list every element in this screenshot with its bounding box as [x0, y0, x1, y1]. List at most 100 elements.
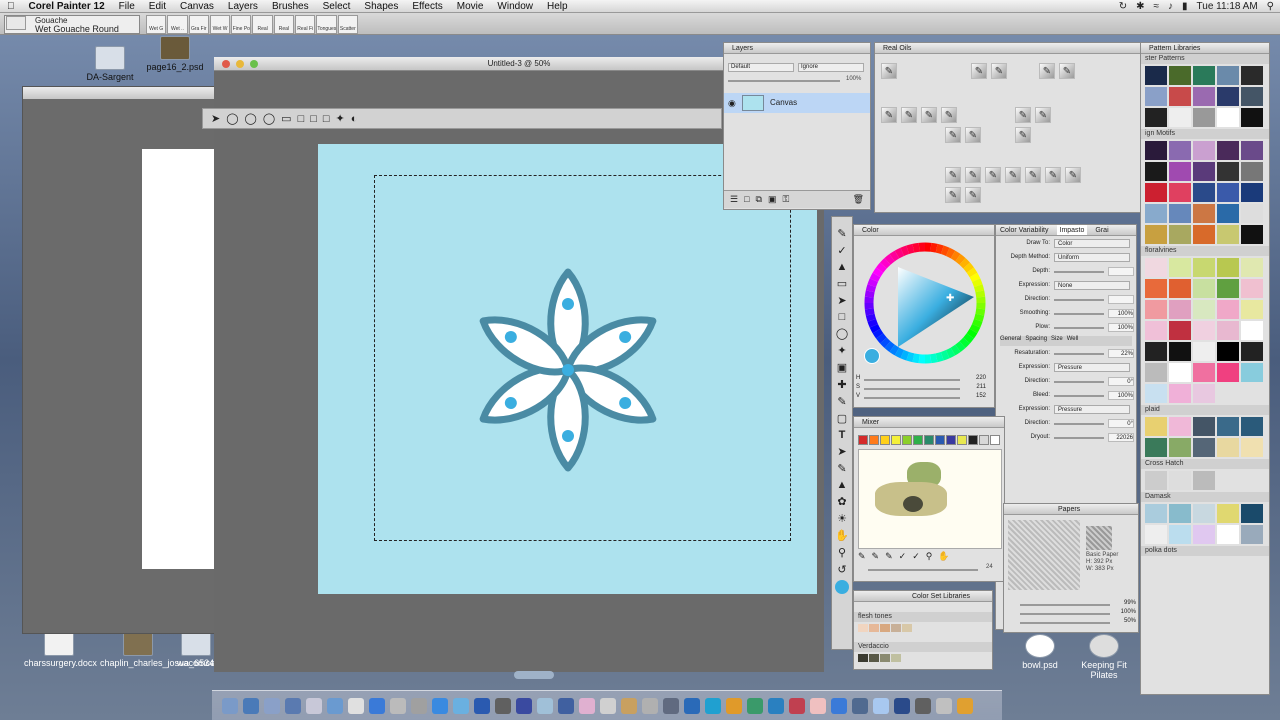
recent-brush[interactable]: Fine Po — [231, 15, 252, 34]
dock-app-icon[interactable] — [285, 697, 301, 714]
polygon-select-icon[interactable]: ◯ — [245, 112, 257, 125]
mixer-color-swatch[interactable] — [957, 435, 967, 445]
recent-brush[interactable]: Tongues — [316, 15, 337, 34]
pattern-swatch[interactable] — [1193, 108, 1215, 127]
pattern-swatch[interactable] — [1241, 108, 1263, 127]
pen-tool-icon[interactable]: ✎ — [837, 395, 846, 408]
brush-variant-icon[interactable]: ✎ — [1039, 63, 1055, 79]
pattern-swatch[interactable] — [1169, 363, 1191, 382]
mixer-size-slider[interactable] — [868, 569, 978, 571]
pattern-swatch[interactable] — [1217, 258, 1239, 277]
pattern-swatch[interactable] — [1241, 225, 1263, 244]
recent-brush[interactable]: Gra Fir — [188, 15, 209, 34]
color-swatch[interactable] — [858, 624, 868, 632]
minimize-button[interactable] — [236, 60, 244, 68]
color-swatch[interactable] — [891, 654, 901, 662]
brush-control-select[interactable]: Pressure — [1054, 405, 1130, 414]
mixer-pan-icon[interactable]: ✋ — [938, 551, 949, 562]
opacity-value[interactable]: 100% — [846, 76, 861, 82]
h-value[interactable]: 220 — [976, 375, 986, 381]
close-button[interactable] — [222, 60, 230, 68]
delete-layer-icon[interactable]: 🗑 — [853, 194, 864, 205]
brush-variant-icon[interactable]: ✎ — [945, 167, 961, 183]
pattern-swatch[interactable] — [1169, 183, 1191, 202]
pattern-swatch[interactable] — [1169, 417, 1191, 436]
mixer-dropper-icon[interactable]: ✓ — [899, 551, 907, 562]
dock-app-icon[interactable] — [306, 697, 322, 714]
mixer-color-swatch[interactable] — [902, 435, 912, 445]
dock-app-icon[interactable] — [600, 697, 616, 714]
menu-movie[interactable]: Movie — [450, 1, 491, 12]
brush-control-slider[interactable] — [1054, 437, 1104, 439]
pattern-swatch[interactable] — [1193, 258, 1215, 277]
pattern-swatch[interactable] — [1145, 258, 1167, 277]
mask-icon[interactable]: ◐ — [351, 113, 358, 125]
dock-app-icon[interactable] — [663, 697, 679, 714]
dock-app-icon[interactable] — [789, 697, 805, 714]
pattern-swatch[interactable] — [1169, 66, 1191, 85]
pattern-swatch[interactable] — [1169, 141, 1191, 160]
menu-edit[interactable]: Edit — [142, 1, 173, 12]
color-set-flesh-tones[interactable]: flesh tones — [854, 612, 992, 622]
layer-options-icon[interactable]: ☰ — [730, 194, 738, 205]
rect-select-tool-icon[interactable]: □ — [839, 311, 846, 323]
brush-variant-icon[interactable]: ✎ — [941, 107, 957, 123]
pattern-swatch[interactable] — [1241, 279, 1263, 298]
dock-app-icon[interactable] — [705, 697, 721, 714]
pattern-swatch[interactable] — [1145, 204, 1167, 223]
dock-app-icon[interactable] — [621, 697, 637, 714]
dock-app-icon[interactable] — [831, 697, 847, 714]
spotlight-icon[interactable]: ⚲ — [1267, 1, 1274, 12]
pattern-library-header[interactable]: plaid — [1141, 405, 1269, 415]
color-swatch[interactable] — [880, 624, 890, 632]
rubber-stamp-tool-icon[interactable]: ▲ — [837, 479, 848, 491]
mixer-color-swatch[interactable] — [913, 435, 923, 445]
pattern-swatch[interactable] — [1169, 525, 1191, 544]
brush-control-subtab[interactable]: Size — [1051, 336, 1063, 346]
battery-icon[interactable]: ▮ — [1182, 1, 1188, 12]
pattern-swatch[interactable] — [1169, 258, 1191, 277]
wifi-icon[interactable]: ≈ — [1154, 1, 1160, 12]
horizontal-scrollbar[interactable] — [514, 671, 554, 679]
recent-brush[interactable]: Wet .. — [167, 15, 188, 34]
grabber-tool-icon[interactable]: ✋ — [835, 529, 849, 542]
subtract-select-icon[interactable]: □ — [310, 113, 317, 125]
brush-variant-icon[interactable]: ✎ — [1035, 107, 1051, 123]
pattern-swatch[interactable] — [1193, 342, 1215, 361]
pattern-swatch[interactable] — [1217, 438, 1239, 457]
pattern-swatch[interactable] — [1193, 525, 1215, 544]
pattern-swatch[interactable] — [1193, 384, 1215, 403]
brush-tool-icon[interactable]: ✎ — [837, 227, 846, 240]
menu-select[interactable]: Select — [316, 1, 358, 12]
s-slider[interactable] — [864, 388, 960, 390]
brush-variant-icon[interactable]: ✎ — [881, 63, 897, 79]
tab-color-variability[interactable]: Color Variability — [1000, 225, 1049, 235]
brush-variant-icon[interactable]: ✎ — [965, 167, 981, 183]
brush-variant-icon[interactable]: ✎ — [965, 187, 981, 203]
recent-brush[interactable]: Wet G — [146, 15, 167, 34]
brush-variant-icon[interactable]: ✎ — [1045, 167, 1061, 183]
paper-contrast-value[interactable]: 100% — [1121, 609, 1136, 615]
brush-variant-icon[interactable]: ✎ — [1005, 167, 1021, 183]
brush-control-select[interactable]: Color — [1054, 239, 1130, 248]
brush-control-slider[interactable] — [1054, 423, 1104, 425]
pattern-swatch[interactable] — [1169, 87, 1191, 106]
pattern-swatch[interactable] — [1145, 279, 1167, 298]
paper-contrast-slider[interactable] — [1020, 613, 1110, 615]
pattern-swatch[interactable] — [1241, 321, 1263, 340]
brush-variant-icon[interactable]: ✎ — [881, 107, 897, 123]
dropper-tool-icon[interactable]: ✓ — [837, 244, 846, 257]
pattern-swatch[interactable] — [1193, 504, 1215, 523]
mixer-color-swatch[interactable] — [946, 435, 956, 445]
color-swatch[interactable] — [869, 624, 879, 632]
transform-icon[interactable]: ✦ — [336, 112, 345, 125]
composite-method-select[interactable]: Default — [728, 63, 794, 72]
dock-app-icon[interactable] — [432, 697, 448, 714]
menu-file[interactable]: File — [112, 1, 142, 12]
tab-grain[interactable]: Grai — [1095, 225, 1108, 235]
dock-app-icon[interactable] — [684, 697, 700, 714]
visibility-eye-icon[interactable]: ◉ — [728, 93, 736, 113]
pattern-swatch[interactable] — [1169, 204, 1191, 223]
pattern-swatch[interactable] — [1169, 471, 1191, 490]
dock-app-icon[interactable] — [411, 697, 427, 714]
